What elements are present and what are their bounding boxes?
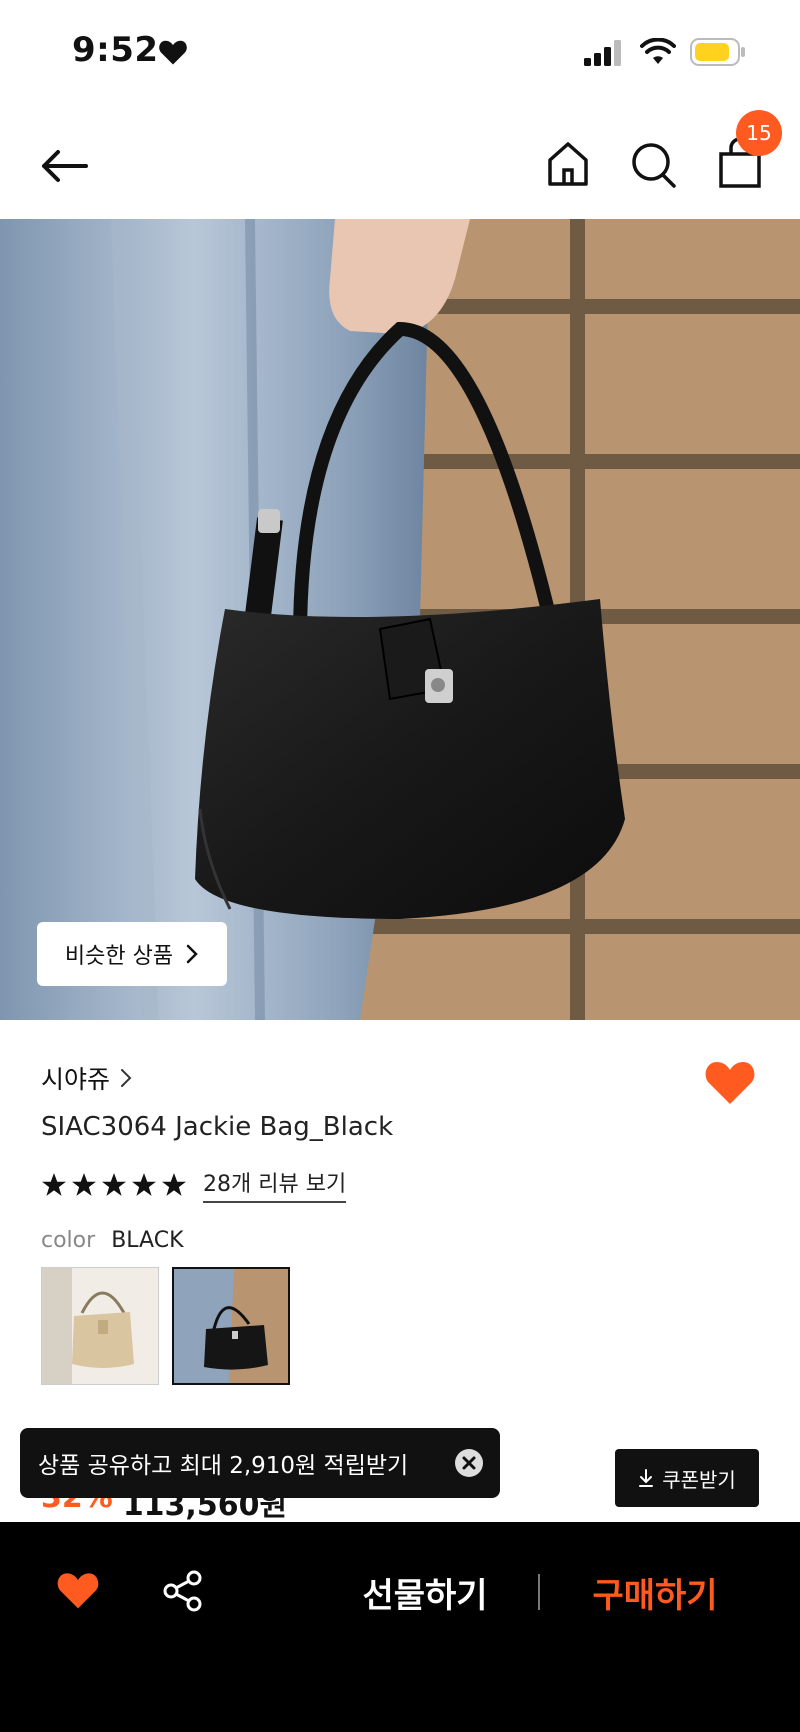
star-icon	[42, 1172, 66, 1196]
cart-count-badge: 15	[736, 110, 782, 156]
star-icon	[162, 1172, 186, 1196]
coupon-button[interactable]: 쿠폰받기	[615, 1449, 759, 1507]
black-bag-thumbnail	[174, 1269, 288, 1383]
similar-products-button[interactable]: 비슷한 상품	[37, 922, 227, 986]
rating-row: 28개 리뷰 보기	[41, 1166, 347, 1203]
star-icon	[102, 1172, 126, 1196]
gift-button[interactable]: 선물하기	[340, 1562, 510, 1622]
home-icon[interactable]	[540, 134, 596, 194]
coupon-label: 쿠폰받기	[662, 1467, 736, 1492]
share-reward-text: 상품 공유하고 최대 2,910원 적립받기	[38, 1453, 409, 1479]
back-arrow-icon[interactable]	[36, 136, 96, 196]
share-reward-toast[interactable]: 상품 공유하고 최대 2,910원 적립받기	[20, 1428, 500, 1498]
wishlist-heart-icon[interactable]	[704, 1058, 756, 1106]
heart-icon	[159, 40, 187, 65]
chevron-right-icon	[121, 1069, 132, 1087]
buy-button[interactable]: 구매하기	[570, 1562, 740, 1622]
download-icon	[639, 1469, 654, 1487]
top-nav	[0, 110, 800, 220]
brand-link[interactable]: 시야쥬	[41, 1060, 132, 1096]
status-time: 9:52	[72, 30, 159, 70]
bag-photo	[0, 219, 800, 1020]
brand-name: 시야쥬	[41, 1065, 111, 1094]
color-value: BLACK	[111, 1228, 184, 1253]
status-bar: 9:52	[0, 0, 800, 100]
share-icon[interactable]	[162, 1570, 204, 1612]
heart-icon[interactable]	[56, 1570, 100, 1610]
color-label: color	[41, 1228, 96, 1253]
bottom-action-bar: 선물하기 구매하기	[0, 1522, 800, 1732]
close-icon[interactable]	[454, 1448, 484, 1478]
beige-bag-thumbnail	[42, 1268, 158, 1384]
chevron-right-icon	[186, 944, 198, 964]
star-icon	[72, 1172, 96, 1196]
color-swatch-beige[interactable]	[41, 1267, 159, 1385]
similar-products-label: 비슷한 상품	[64, 944, 174, 969]
star-icon	[132, 1172, 156, 1196]
signal-icon	[584, 40, 621, 66]
color-swatch-black[interactable]	[172, 1267, 290, 1385]
rating-stars	[41, 1172, 187, 1198]
wifi-icon	[640, 38, 676, 64]
product-image[interactable]	[0, 219, 800, 1020]
battery-icon	[690, 38, 745, 66]
review-link[interactable]: 28개 리뷰 보기	[203, 1166, 347, 1203]
color-row: color BLACK	[41, 1228, 184, 1253]
divider	[538, 1574, 540, 1610]
search-icon[interactable]	[626, 134, 682, 194]
product-title: SIAC3064 Jackie Bag_Black	[41, 1112, 394, 1142]
